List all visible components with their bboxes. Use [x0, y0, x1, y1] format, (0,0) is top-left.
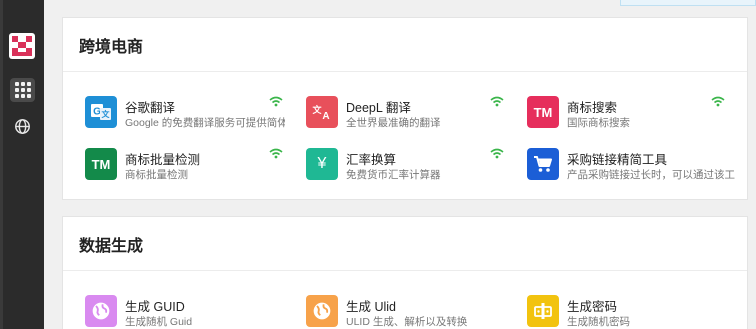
password-icon	[527, 295, 559, 327]
tool-name: 商标搜索	[567, 101, 618, 115]
wifi-signal-icon	[269, 148, 283, 159]
section-title: 数据生成	[79, 237, 144, 255]
tool-desc: 全世界最准确的翻译	[346, 117, 441, 129]
svg-text:文: 文	[312, 104, 322, 116]
tool-name: 汇率换算	[346, 153, 397, 167]
section-data-generation: 数据生成 生成 GUID 生成随机 Guid 生成 Ulid ULID 生成、解…	[62, 216, 748, 329]
tool-name: DeepL 翻译	[346, 101, 411, 115]
tool-purchase-link-shortener[interactable]: 采购链接精简工具 产品采购链接过长时，可以通过该工	[527, 148, 749, 182]
google-translate-icon: G文	[85, 96, 117, 128]
trademark-icon: TM	[85, 148, 117, 180]
wifi-signal-icon	[269, 96, 283, 107]
sidebar	[0, 0, 44, 329]
tool-desc: 生成随机 Guid	[125, 316, 193, 328]
svg-text:G: G	[93, 107, 101, 118]
section-header: 数据生成	[63, 217, 747, 271]
section-title: 跨境电商	[79, 38, 144, 56]
yen-icon: ¥	[306, 148, 338, 180]
apps-grid-icon	[14, 82, 31, 98]
tool-name: 商标批量检测	[125, 153, 201, 167]
tool-trademark-batch[interactable]: TM 商标批量检测 商标批量检测	[85, 148, 285, 182]
tool-generate-password[interactable]: 生成密码 生成随机密码	[527, 295, 727, 329]
tool-exchange-rate[interactable]: ¥ 汇率换算 免费货币汇率计算器	[306, 148, 506, 182]
svg-text:文: 文	[102, 109, 111, 119]
tool-name: 谷歌翻译	[125, 101, 176, 115]
tool-desc: ULID 生成、解析以及转换	[346, 316, 468, 328]
tool-generate-guid[interactable]: 生成 GUID 生成随机 Guid	[85, 295, 285, 329]
tool-desc: 产品采购链接过长时，可以通过该工	[567, 169, 735, 181]
tool-desc: 免费货币汇率计算器	[346, 169, 441, 181]
wifi-signal-icon	[711, 96, 725, 107]
app-logo[interactable]	[9, 33, 35, 59]
shopping-cart-icon	[527, 148, 559, 180]
globe-icon[interactable]	[14, 118, 31, 135]
globe-icon	[85, 295, 117, 327]
section-header: 跨境电商	[63, 18, 747, 72]
tool-name: 生成 GUID	[125, 300, 185, 314]
tool-desc: 生成随机密码	[567, 316, 630, 328]
tool-desc: Google 的免费翻译服务可提供简体	[125, 117, 285, 129]
tool-name: 生成密码	[567, 300, 618, 314]
nav-apps[interactable]	[10, 78, 35, 102]
tool-generate-ulid[interactable]: 生成 Ulid ULID 生成、解析以及转换	[306, 295, 506, 329]
trademark-icon: TM	[527, 96, 559, 128]
sidebar-edge	[0, 0, 3, 329]
globe-icon	[306, 295, 338, 327]
tool-deepl-translate[interactable]: 文A DeepL 翻译 全世界最准确的翻译	[306, 96, 506, 130]
tool-name: 采购链接精简工具	[567, 153, 668, 167]
tool-google-translate[interactable]: G文 谷歌翻译 Google 的免费翻译服务可提供简体	[85, 96, 285, 130]
tool-trademark-search[interactable]: TM 商标搜索 国际商标搜索	[527, 96, 727, 130]
wifi-signal-icon	[490, 148, 504, 159]
wifi-signal-icon	[490, 96, 504, 107]
tool-desc: 国际商标搜索	[567, 117, 630, 129]
svg-text:A: A	[322, 111, 329, 121]
tool-desc: 商标批量检测	[125, 169, 188, 181]
top-notice	[620, 0, 756, 6]
deepl-translate-icon: 文A	[306, 96, 338, 128]
tool-name: 生成 Ulid	[346, 300, 397, 314]
section-cross-border-ecommerce: 跨境电商 G文 谷歌翻译 Google 的免费翻译服务可提供简体 文A Deep…	[62, 17, 748, 200]
